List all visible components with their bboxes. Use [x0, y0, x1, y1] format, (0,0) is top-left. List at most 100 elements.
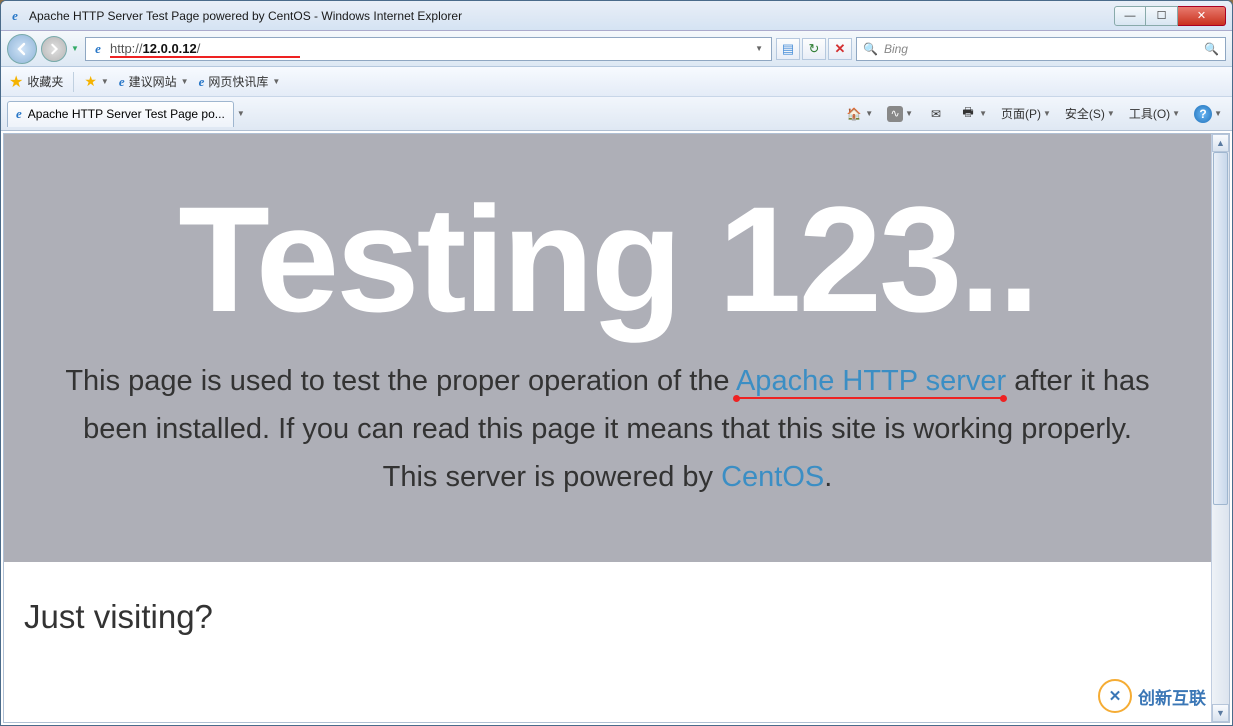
print-icon: 🖶	[959, 105, 977, 123]
ie-logo-icon: e	[7, 8, 23, 24]
visiting-section: Just visiting?	[4, 562, 1211, 672]
scroll-thumb[interactable]	[1213, 152, 1228, 505]
help-icon: ?	[1194, 105, 1212, 123]
chevron-down-icon: ▼	[101, 77, 109, 86]
window-buttons: — ☐ ✕	[1114, 6, 1226, 26]
page-content: Testing 123.. This page is used to test …	[4, 134, 1211, 722]
search-go-icon[interactable]: 🔍	[1204, 42, 1219, 56]
window-title: Apache HTTP Server Test Page powered by …	[29, 9, 1114, 23]
minimize-button[interactable]: —	[1114, 6, 1146, 26]
arrow-left-icon	[15, 42, 29, 56]
chevron-down-icon: ▼	[1214, 109, 1222, 118]
tab-list-dropdown[interactable]: ▼	[234, 109, 248, 118]
lead-text-3: .	[824, 461, 832, 493]
compat-view-button[interactable]: ▤	[776, 38, 800, 60]
viewport: Testing 123.. This page is used to test …	[3, 133, 1230, 723]
close-button[interactable]: ✕	[1178, 6, 1226, 26]
browser-tab[interactable]: e Apache HTTP Server Test Page po...	[7, 101, 234, 127]
refresh-icon: ↻	[809, 41, 820, 57]
chevron-down-icon: ▼	[979, 109, 987, 118]
add-favorite-button[interactable]: ★ ▼	[84, 73, 108, 90]
watermark-text: 创新互联	[1138, 684, 1206, 709]
apache-link-text: Apache HTTP server	[736, 365, 1006, 397]
visiting-heading: Just visiting?	[24, 598, 1191, 636]
address-bar[interactable]: e http://12.0.0.12/ ▼	[85, 37, 772, 61]
watermark: ✕ 创新互联	[1098, 679, 1206, 713]
url-host: 12.0.0.12	[143, 41, 197, 56]
address-dropdown[interactable]: ▼	[751, 44, 767, 53]
url-text: http://12.0.0.12/	[110, 41, 751, 56]
watermark-logo-icon: ✕	[1098, 679, 1132, 713]
nav-icon-group: ▤ ↻ ✕	[776, 38, 852, 60]
favorites-bar: ★ 收藏夹 ★ ▼ e 建议网站 ▼ e 网页快讯库 ▼	[1, 67, 1232, 97]
search-box[interactable]: 🔍 Bing 🔍	[856, 37, 1226, 61]
separator	[73, 72, 74, 92]
ie-icon: e	[119, 74, 125, 90]
page-menu-label: 页面(P)	[1001, 105, 1041, 122]
feeds-button[interactable]: ∿▼	[883, 104, 917, 124]
chevron-down-icon: ▼	[1172, 109, 1180, 118]
chevron-down-icon: ▼	[181, 77, 189, 86]
safety-menu-label: 安全(S)	[1065, 105, 1105, 122]
centos-link-text: CentOS	[721, 461, 824, 493]
maximize-button[interactable]: ☐	[1146, 6, 1178, 26]
url-suffix: /	[197, 41, 201, 56]
tab-title: Apache HTTP Server Test Page po...	[28, 107, 225, 121]
web-slice-label: 网页快讯库	[208, 73, 268, 90]
search-placeholder: Bing	[884, 42, 908, 56]
annotation-underline	[110, 56, 300, 58]
hero-title: Testing 123..	[44, 184, 1171, 334]
nav-bar: ▼ e http://12.0.0.12/ ▼ ▤ ↻ ✕ 🔍 Bing 🔍	[1, 31, 1232, 67]
nav-history-dropdown[interactable]: ▼	[71, 44, 81, 53]
read-mail-button[interactable]: ✉	[923, 103, 949, 125]
stop-icon: ✕	[835, 41, 846, 57]
tools-menu[interactable]: 工具(O)▼	[1125, 103, 1184, 124]
suggested-sites-label: 建议网站	[129, 73, 177, 90]
favorites-button[interactable]: ★ 收藏夹	[9, 72, 63, 92]
apache-link[interactable]: Apache HTTP server	[736, 365, 1006, 397]
refresh-button[interactable]: ↻	[802, 38, 826, 60]
ie-page-icon: e	[90, 41, 106, 57]
page-break-icon: ▤	[782, 41, 794, 57]
browser-window: e Apache HTTP Server Test Page powered b…	[0, 0, 1233, 726]
help-button[interactable]: ?▼	[1190, 103, 1226, 125]
ie-icon: e	[16, 106, 22, 122]
home-button[interactable]: 🏠▼	[841, 103, 877, 125]
chevron-down-icon: ▼	[272, 77, 280, 86]
annotation-underline	[736, 397, 1004, 399]
chevron-down-icon: ▼	[865, 109, 873, 118]
scroll-up-button[interactable]: ▲	[1212, 134, 1229, 152]
star-plus-icon: ★	[84, 73, 97, 90]
mail-icon: ✉	[927, 105, 945, 123]
forward-button[interactable]	[41, 36, 67, 62]
favorites-label: 收藏夹	[27, 73, 63, 90]
vertical-scrollbar[interactable]: ▲ ▼	[1211, 134, 1229, 722]
web-slice-link[interactable]: e 网页快讯库 ▼	[199, 73, 281, 90]
url-prefix: http://	[110, 41, 143, 56]
scroll-down-button[interactable]: ▼	[1212, 704, 1229, 722]
page-menu[interactable]: 页面(P)▼	[997, 103, 1055, 124]
stop-button[interactable]: ✕	[828, 38, 852, 60]
ie-icon: e	[199, 74, 205, 90]
star-icon: ★	[9, 72, 23, 92]
lead-text-1: This page is used to test the proper ope…	[65, 365, 736, 397]
rss-icon: ∿	[887, 106, 903, 122]
command-bar: e Apache HTTP Server Test Page po... ▼ 🏠…	[1, 97, 1232, 131]
chevron-down-icon: ▼	[905, 109, 913, 118]
home-icon: 🏠	[845, 105, 863, 123]
scroll-track[interactable]	[1212, 152, 1229, 704]
suggested-sites-link[interactable]: e 建议网站 ▼	[119, 73, 189, 90]
centos-link[interactable]: CentOS	[721, 461, 824, 493]
command-buttons: 🏠▼ ∿▼ ✉ 🖶▼ 页面(P)▼ 安全(S)▼ 工具(O)▼ ?▼	[841, 103, 1226, 125]
back-button[interactable]	[7, 34, 37, 64]
chevron-down-icon: ▼	[1043, 109, 1051, 118]
safety-menu[interactable]: 安全(S)▼	[1061, 103, 1119, 124]
search-icon: 🔍	[863, 42, 878, 56]
hero-lead: This page is used to test the proper ope…	[44, 358, 1171, 502]
print-button[interactable]: 🖶▼	[955, 103, 991, 125]
titlebar: e Apache HTTP Server Test Page powered b…	[1, 1, 1232, 31]
arrow-right-icon	[48, 43, 60, 55]
hero-section: Testing 123.. This page is used to test …	[4, 134, 1211, 562]
chevron-down-icon: ▼	[1107, 109, 1115, 118]
tools-menu-label: 工具(O)	[1129, 105, 1170, 122]
